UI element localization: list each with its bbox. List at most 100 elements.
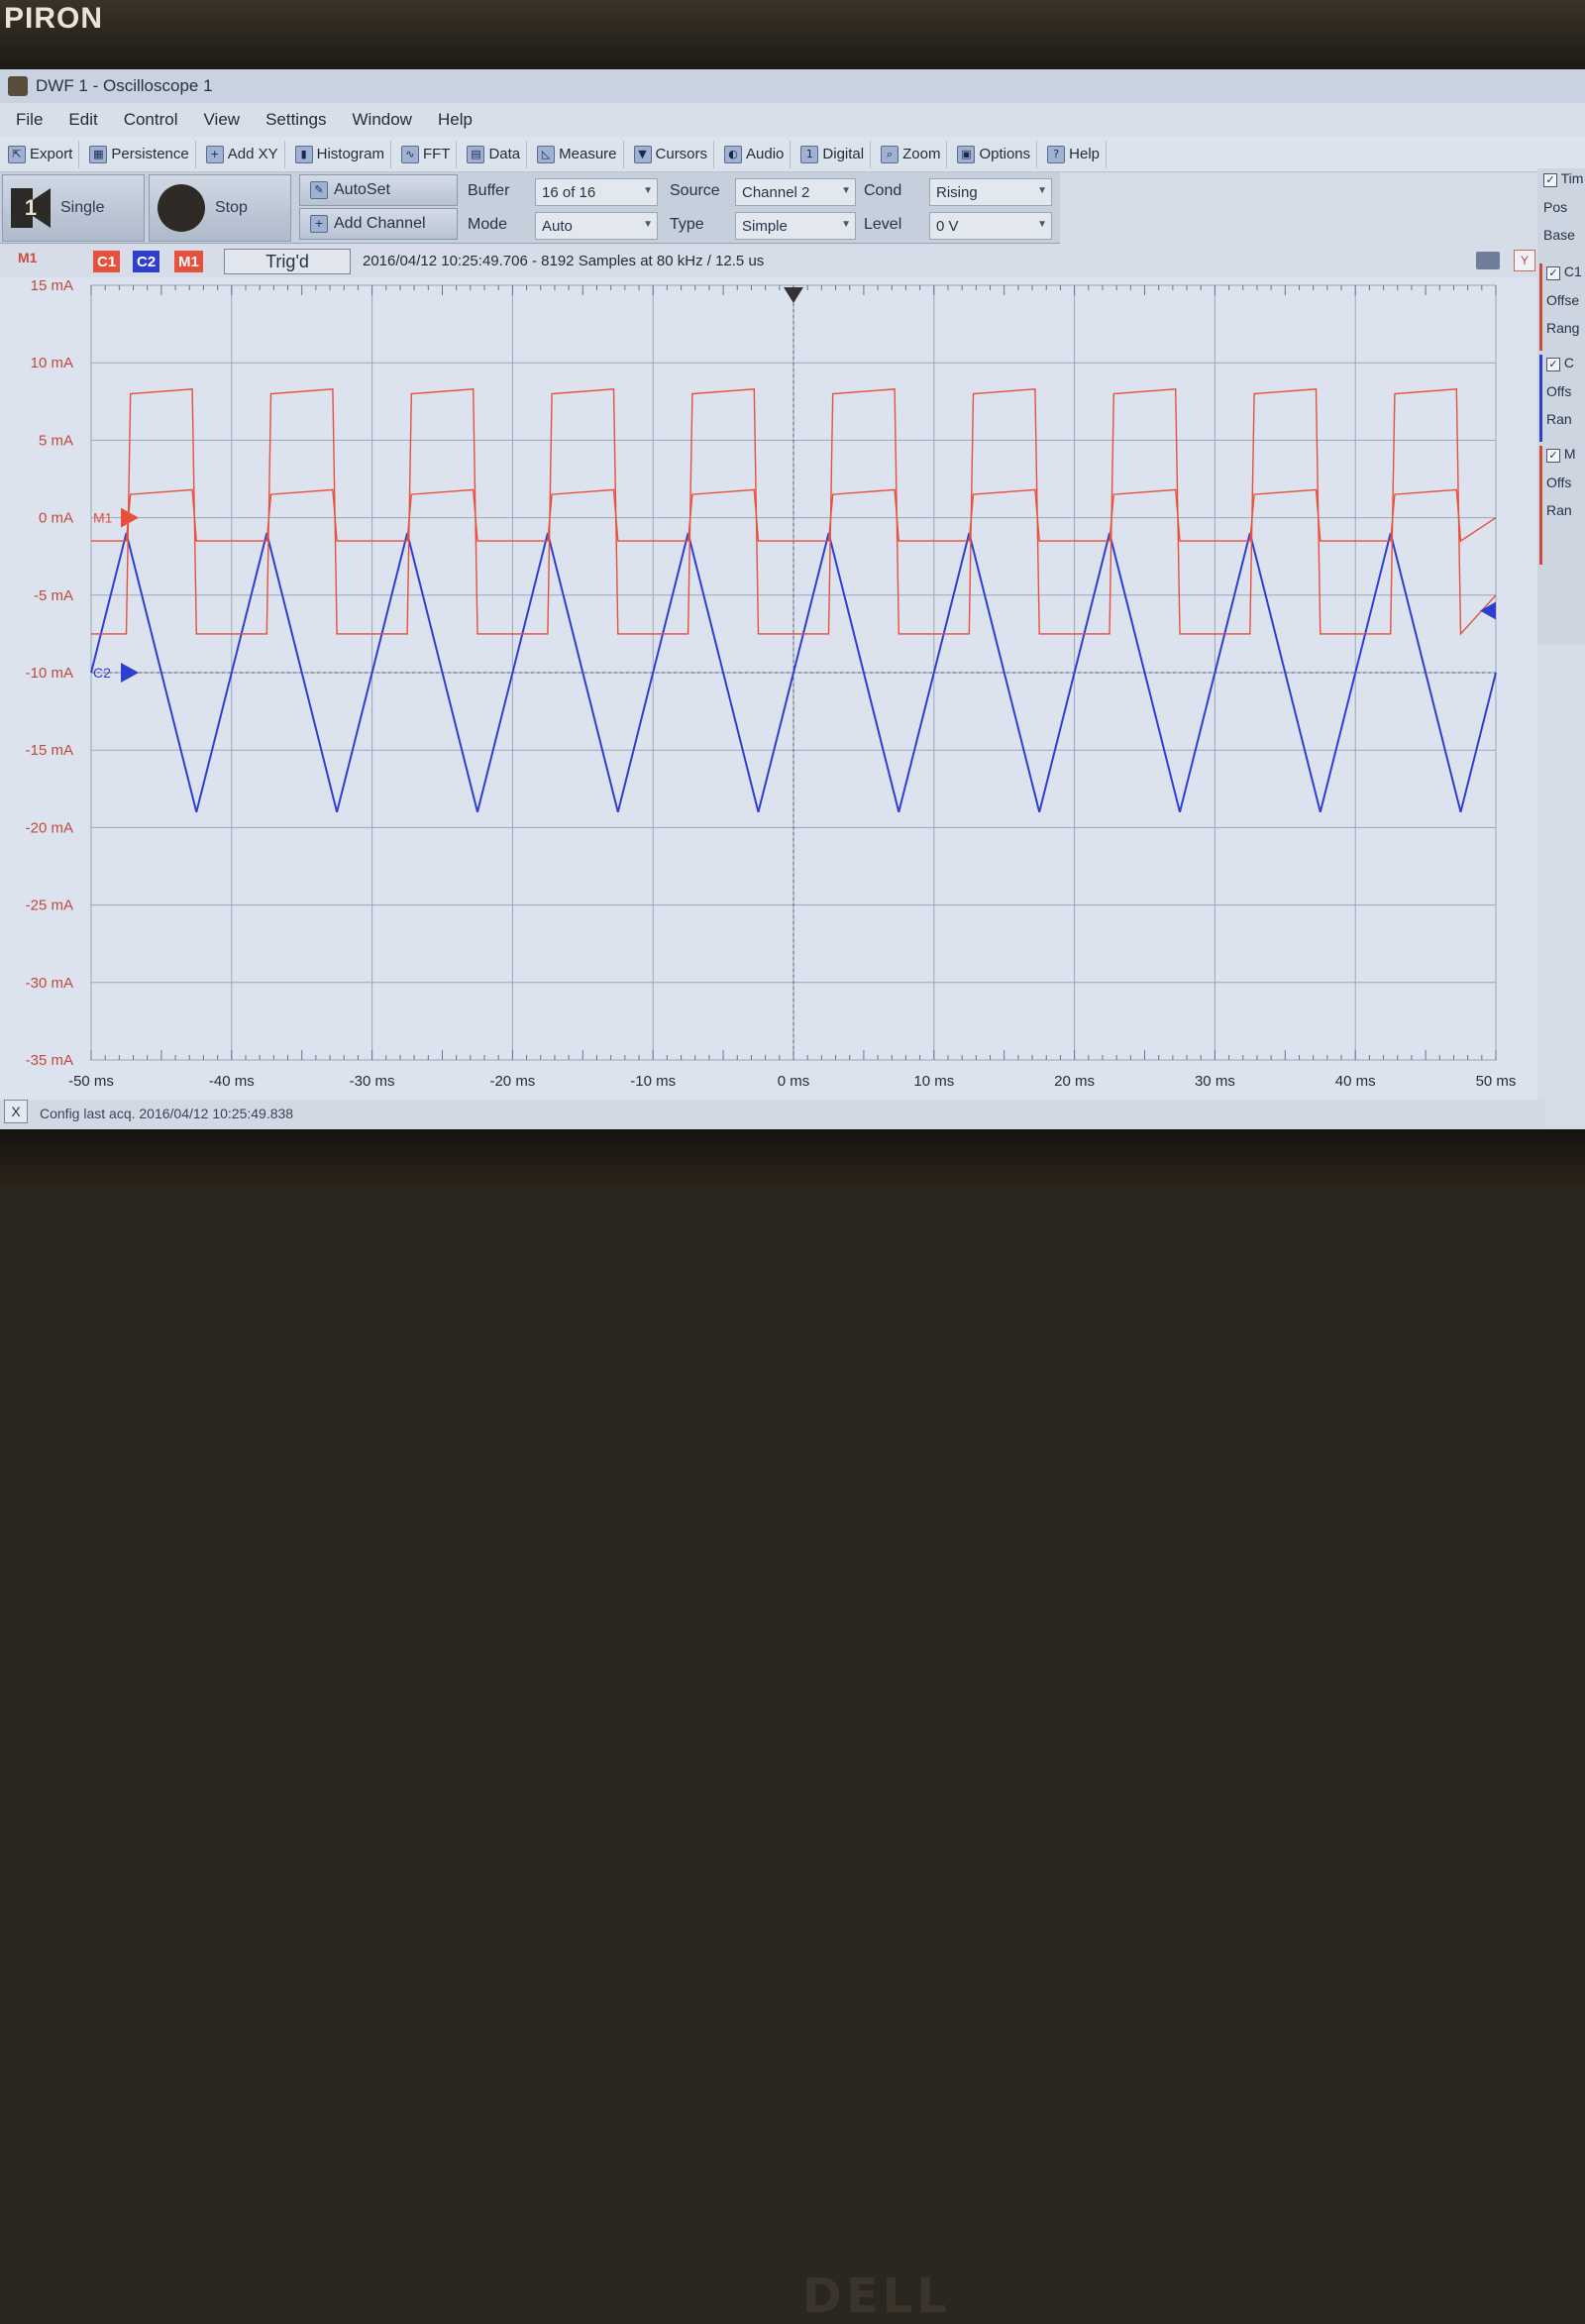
help-button[interactable]: ? Help [1041, 140, 1107, 168]
digital-icon: 1 [800, 145, 819, 163]
type-select[interactable]: Simple ▼ [735, 212, 856, 240]
buffer-select[interactable]: 16 of 16 ▼ [535, 178, 658, 206]
digital-label: Digital [822, 146, 865, 162]
trigger-status: Trig'd [224, 249, 351, 274]
chevron-down-icon: ▼ [841, 185, 851, 196]
m1-badge[interactable]: M1 [174, 251, 203, 272]
options-icon: ▣ [957, 145, 976, 163]
type-value: Simple [742, 217, 788, 235]
y-tick-label: -10 mA [26, 665, 73, 682]
fft-button[interactable]: ∿ FFT [395, 140, 458, 168]
export-label: Export [30, 146, 73, 162]
mode-value: Auto [542, 217, 573, 235]
level-label: Level [864, 216, 902, 233]
right-settings-panel: ✓ Tim Pos Base ✓ C1 Offse Rang ✓ C Offs … [1537, 168, 1585, 644]
level-value: 0 V [936, 217, 959, 235]
screen: DWF 1 - Oscilloscope 1 File Edit Control… [0, 69, 1585, 1134]
zoom-button[interactable]: ⌕ Zoom [875, 140, 948, 168]
help-label: Help [1069, 146, 1100, 162]
m1-axis-indicator: M1 [18, 250, 38, 265]
cond-value: Rising [936, 183, 978, 201]
buffer-value: 16 of 16 [542, 183, 596, 201]
chevron-down-icon: ▼ [841, 219, 851, 230]
display-options-icon[interactable] [1476, 252, 1500, 269]
digital-button[interactable]: 1 Digital [794, 140, 872, 168]
fft-icon: ∿ [400, 145, 419, 163]
histogram-button[interactable]: ▮ Histogram [289, 140, 391, 168]
x-tick-label: 10 ms [913, 1073, 954, 1090]
menu-control[interactable]: Control [124, 110, 178, 130]
persistence-button[interactable]: ▦ Persistence [83, 140, 196, 168]
add-channel-label: Add Channel [334, 215, 426, 232]
level-input[interactable]: 0 V ▼ [929, 212, 1052, 240]
c1-badge[interactable]: C1 [93, 251, 121, 272]
single-run-icon: 1 [11, 188, 51, 228]
window-titlebar: DWF 1 - Oscilloscope 1 [0, 69, 1585, 103]
c1-checkbox[interactable]: ✓ [1546, 266, 1560, 280]
y-tick-label: -30 mA [26, 975, 73, 992]
data-icon: ▤ [467, 145, 485, 163]
c1-settings-group: ✓ C1 Offse Rang [1539, 264, 1585, 351]
time-checkbox[interactable]: ✓ [1543, 173, 1557, 187]
x-axis-button[interactable]: X [4, 1100, 28, 1123]
oscilloscope-plot[interactable]: -50 ms -40 ms -30 ms -20 ms -10 ms 0 ms 10 ms 2… [0, 277, 1537, 1109]
y-axis-button[interactable]: Y [1514, 250, 1535, 271]
source-select[interactable]: Channel 2 ▼ [735, 178, 856, 206]
autoset-button[interactable]: ✎ AutoSet [299, 174, 458, 206]
monitor-bezel-top: PIRON [0, 0, 1585, 69]
scope-status-strip: M1 C1 C2 M1 Trig'd 2016/04/12 10:25:49.7… [0, 246, 1537, 277]
c2-offset-label: Offs [1546, 383, 1572, 399]
mode-label: Mode [468, 216, 508, 233]
histogram-label: Histogram [316, 146, 384, 162]
chevron-down-icon: ▼ [1037, 185, 1047, 196]
audio-icon: ◐ [724, 145, 743, 163]
mode-select[interactable]: Auto ▼ [535, 212, 658, 240]
source-label: Source [670, 182, 720, 199]
c2-checkbox[interactable]: ✓ [1546, 358, 1560, 371]
help-icon: ? [1047, 145, 1066, 163]
y-tick-label: -15 mA [26, 742, 73, 759]
chevron-down-icon: ▼ [643, 219, 653, 230]
c2-settings-group: ✓ C Offs Ran [1539, 355, 1585, 442]
y-tick-label: 10 mA [31, 355, 73, 371]
dell-logo: DELL [802, 2269, 951, 2324]
single-button[interactable]: 1 Single [2, 174, 145, 242]
fft-label: FFT [422, 146, 451, 162]
menubar: File Edit Control View Settings Window H… [0, 103, 1585, 137]
x-tick-label: -30 ms [350, 1073, 395, 1090]
persistence-label: Persistence [111, 146, 189, 162]
x-tick-label: 0 ms [778, 1073, 810, 1090]
chevron-down-icon: ▼ [643, 185, 653, 196]
buffer-label: Buffer [468, 182, 510, 199]
base-label: Base [1543, 227, 1575, 243]
menu-window[interactable]: Window [353, 110, 412, 130]
audio-button[interactable]: ◐ Audio [718, 140, 792, 168]
options-button[interactable]: ▣ Options [951, 140, 1038, 168]
c2-range-label: Ran [1546, 411, 1572, 427]
measure-button[interactable]: ◺ Measure [531, 140, 624, 168]
menu-settings[interactable]: Settings [265, 110, 326, 130]
cond-select[interactable]: Rising ▼ [929, 178, 1052, 206]
toolbar: ⇱ Export ▦ Persistence + Add XY ▮ Histogram … [0, 137, 1585, 172]
m1-checkbox[interactable]: ✓ [1546, 449, 1560, 463]
menu-view[interactable]: View [204, 110, 241, 130]
x-tick-label: -10 ms [630, 1073, 676, 1090]
single-label: Single [60, 199, 105, 216]
add-channel-button[interactable]: + Add Channel [299, 208, 458, 240]
data-label: Data [488, 146, 521, 162]
add-xy-button[interactable]: + Add XY [200, 140, 285, 168]
cond-label: Cond [864, 182, 902, 199]
bezel-brand-text: PIRON [4, 2, 104, 35]
app-icon [8, 76, 28, 96]
cursors-button[interactable]: ▼ Cursors [628, 140, 715, 168]
menu-file[interactable]: File [16, 110, 43, 130]
export-button[interactable]: ⇱ Export [2, 140, 80, 168]
c2-badge[interactable]: C2 [133, 251, 160, 272]
menu-help[interactable]: Help [438, 110, 473, 130]
x-tick-label: 20 ms [1054, 1073, 1095, 1090]
menu-edit[interactable]: Edit [68, 110, 97, 130]
options-label: Options [979, 146, 1031, 162]
data-button[interactable]: ▤ Data [461, 140, 528, 168]
autoset-label: AutoSet [334, 181, 390, 198]
stop-button[interactable]: Stop [149, 174, 291, 242]
